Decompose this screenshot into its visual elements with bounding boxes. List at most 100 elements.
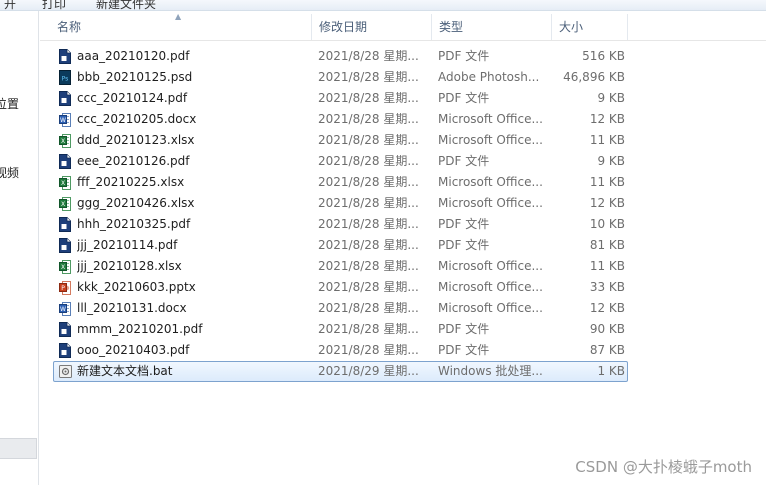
file-modified-date: 2021/8/28 星期... [318, 91, 419, 105]
file-type: Adobe Photosh... [438, 70, 540, 84]
file-type: Microsoft Office... [438, 301, 543, 315]
file-name: ccc_20210205.docx [77, 112, 197, 126]
file-name: bbb_20210125.psd [77, 70, 193, 84]
xlsx-icon: X [59, 175, 71, 190]
file-row[interactable]: Xddd_20210123.xlsx 2021/8/28 星期... Microso… [53, 130, 628, 151]
file-type: PDF 文件 [438, 343, 490, 357]
svg-text:W: W [60, 306, 66, 313]
file-size: 33 KB [589, 280, 625, 294]
file-size: 9 KB [597, 154, 625, 168]
file-size: 12 KB [589, 112, 625, 126]
file-name: aaa_20210120.pdf [77, 49, 190, 63]
file-row[interactable]: eee_20210126.pdf 2021/8/28 星期... PDF 文件 9 K… [53, 151, 628, 172]
xlsx-icon: X [59, 133, 71, 148]
file-name: jjj_20210128.xlsx [77, 259, 182, 273]
pdf-icon [59, 343, 71, 358]
file-size: 516 KB [582, 49, 625, 63]
file-size: 11 KB [589, 133, 625, 147]
column-header-name[interactable]: 名称 [50, 14, 312, 40]
psd-icon: Ps [59, 70, 71, 85]
toolbar-item-new-folder[interactable]: 新建文件夹 [96, 0, 156, 10]
svg-text:Ps: Ps [62, 76, 69, 83]
svg-text:X: X [61, 264, 65, 271]
file-name: ooo_20210403.pdf [77, 343, 190, 357]
file-row[interactable]: Pkkk_20210603.pptx 2021/8/28 星期... Microso… [53, 277, 628, 298]
svg-text:P: P [61, 285, 65, 292]
file-size: 46,896 KB [563, 70, 625, 84]
bat-icon [59, 364, 72, 379]
file-row[interactable]: mmm_20210201.pdf 2021/8/28 星期... PDF 文件 90 … [53, 319, 628, 340]
file-modified-date: 2021/8/28 星期... [318, 322, 419, 336]
file-row[interactable]: Wlll_20210131.docx 2021/8/28 星期... Microso… [53, 298, 628, 319]
file-modified-date: 2021/8/28 星期... [318, 49, 419, 63]
navigation-pane: 位置 视频 [0, 11, 39, 485]
xlsx-icon: X [59, 196, 71, 211]
file-type: Microsoft Office... [438, 112, 543, 126]
pdf-icon [59, 154, 71, 169]
pdf-icon [59, 91, 71, 106]
file-name: fff_20210225.xlsx [77, 175, 185, 189]
file-name: hhh_20210325.pdf [77, 217, 191, 231]
pdf-icon [59, 49, 71, 64]
docx-icon: W [59, 301, 71, 316]
file-name: jjj_20210114.pdf [77, 238, 178, 252]
file-name: ccc_20210124.pdf [77, 91, 188, 105]
svg-text:X: X [61, 201, 65, 208]
toolbar-item-open[interactable]: 开 [4, 0, 16, 10]
file-row[interactable]: Xggg_20210426.xlsx 2021/8/28 星期... Microso… [53, 193, 628, 214]
pptx-icon: P [59, 280, 71, 295]
file-type: PDF 文件 [438, 91, 490, 105]
file-name: 新建文本文档.bat [77, 364, 173, 378]
file-size: 1 KB [597, 364, 625, 378]
svg-text:X: X [61, 138, 65, 145]
file-row[interactable]: ccc_20210124.pdf 2021/8/28 星期... PDF 文件 9 K… [53, 88, 628, 109]
file-size: 87 KB [589, 343, 625, 357]
file-name: lll_20210131.docx [77, 301, 187, 315]
file-name: ddd_20210123.xlsx [77, 133, 195, 147]
file-type: PDF 文件 [438, 154, 490, 168]
file-modified-date: 2021/8/28 星期... [318, 175, 419, 189]
file-row[interactable]: Xfff_20210225.xlsx 2021/8/28 星期... Microso… [53, 172, 628, 193]
file-row[interactable]: ooo_20210403.pdf 2021/8/28 星期... PDF 文件 87 … [53, 340, 628, 361]
file-size: 12 KB [589, 196, 625, 210]
file-size: 9 KB [597, 91, 625, 105]
column-header-date[interactable]: 修改日期 [312, 14, 432, 40]
file-row[interactable]: hhh_20210325.pdf 2021/8/28 星期... PDF 文件 10 … [53, 214, 628, 235]
svg-text:X: X [61, 180, 65, 187]
file-row[interactable]: jjj_20210114.pdf 2021/8/28 星期... PDF 文件 81 … [53, 235, 628, 256]
nav-item-location[interactable]: 位置 [0, 95, 19, 112]
column-header-type[interactable]: 类型 [432, 14, 552, 40]
file-row[interactable]: Xjjj_20210128.xlsx 2021/8/28 星期... Microso… [53, 256, 628, 277]
nav-item-label: 视频 [0, 166, 19, 180]
file-row[interactable]: 新建文本文档.bat 2021/8/29 星期... Windows 批处理... 1… [53, 361, 628, 382]
pdf-icon [59, 217, 71, 232]
file-type: Microsoft Office... [438, 280, 543, 294]
file-modified-date: 2021/8/28 星期... [318, 154, 419, 168]
column-header-size[interactable]: 大小 [552, 14, 628, 40]
file-modified-date: 2021/8/28 星期... [318, 133, 419, 147]
file-name: mmm_20210201.pdf [77, 322, 203, 336]
file-type: Microsoft Office... [438, 175, 543, 189]
file-size: 12 KB [589, 301, 625, 315]
file-modified-date: 2021/8/28 星期... [318, 217, 419, 231]
nav-item-videos[interactable]: 视频 [0, 164, 19, 181]
file-modified-date: 2021/8/28 星期... [318, 343, 419, 357]
file-size: 81 KB [589, 238, 625, 252]
toolbar-item-print[interactable]: 打印 [42, 0, 66, 10]
file-type: PDF 文件 [438, 217, 490, 231]
file-row[interactable]: Wccc_20210205.docx 2021/8/28 星期... Microso… [53, 109, 628, 130]
file-modified-date: 2021/8/28 星期... [318, 196, 419, 210]
file-name: kkk_20210603.pptx [77, 280, 196, 294]
file-row[interactable]: aaa_20210120.pdf 2021/8/28 星期... PDF 文件 516… [53, 46, 628, 67]
nav-scrollbar-thumb[interactable] [0, 438, 37, 459]
file-type: PDF 文件 [438, 322, 490, 336]
file-size: 10 KB [589, 217, 625, 231]
file-row[interactable]: Ps bbb_20210125.psd 2021/8/28 星期... Adobe P… [53, 67, 628, 88]
file-modified-date: 2021/8/28 星期... [318, 70, 419, 84]
file-type: Windows 批处理... [438, 364, 543, 378]
file-name: eee_20210126.pdf [77, 154, 190, 168]
watermark: CSDN @大扑棱蛾子moth [575, 458, 752, 476]
file-type: PDF 文件 [438, 238, 490, 252]
file-modified-date: 2021/8/28 星期... [318, 280, 419, 294]
xlsx-icon: X [59, 259, 71, 274]
